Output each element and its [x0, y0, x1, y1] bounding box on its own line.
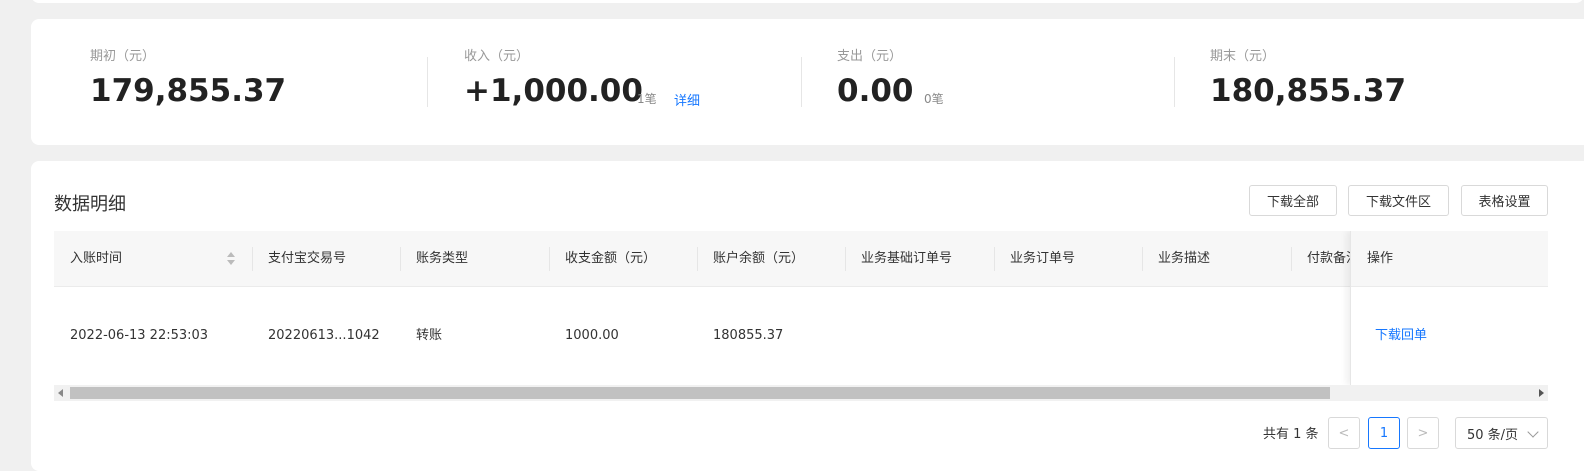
chevron-right-icon: >: [1417, 425, 1429, 441]
income-value: +1,000.00: [464, 73, 643, 109]
action-header-bg: 操作: [1351, 231, 1548, 287]
scroll-right-arrow-icon[interactable]: [1539, 389, 1544, 397]
opening-balance-value: 179,855.37: [90, 73, 287, 109]
income-detail-link[interactable]: 详细: [674, 90, 700, 109]
income-label: 收入（元）: [464, 49, 530, 64]
cell-amount: 1000.00: [565, 328, 619, 343]
expense-value: 0.00: [837, 73, 914, 109]
summary-card: 期初（元） 179,855.37 收入（元） +1,000.00 1笔 详细 支…: [31, 19, 1584, 145]
chevron-down-icon: [1527, 426, 1539, 438]
action-column: 操作 下载回单: [1350, 231, 1548, 385]
column-header-order-no: 业务订单号: [1010, 251, 1076, 266]
column-header-amount: 收支金额（元）: [565, 251, 657, 266]
table-header: 入账时间 支付宝交易号 账务类型 收支金额（元） 账户余额（元） 业务基础订单号…: [54, 231, 1548, 287]
column-header-time[interactable]: 入账时间: [70, 231, 122, 286]
column-separator: [549, 247, 550, 271]
column-header-base-order-no: 业务基础订单号: [861, 251, 953, 266]
sort-icon[interactable]: [227, 252, 235, 266]
column-header-action: 操作: [1367, 251, 1394, 266]
column-separator: [697, 247, 698, 271]
cell-time: 2022-06-13 22:53:03: [70, 328, 209, 343]
download-receipt-link[interactable]: 下载回单: [1375, 287, 1427, 385]
cell-balance: 180855.37: [713, 328, 784, 343]
column-header-type: 账务类型: [416, 251, 469, 266]
column-separator: [1291, 247, 1292, 271]
download-area-button[interactable]: 下载文件区: [1348, 185, 1449, 216]
income-count: 1笔: [637, 92, 657, 106]
download-all-button[interactable]: 下载全部: [1249, 185, 1337, 216]
cell-type: 转账: [416, 328, 443, 343]
opening-balance-label: 期初（元）: [90, 49, 156, 64]
expense-label: 支出（元）: [837, 49, 903, 64]
horizontal-scrollbar[interactable]: [54, 385, 1548, 401]
chevron-left-icon: <: [1338, 425, 1350, 441]
column-separator: [994, 247, 995, 271]
table-settings-button[interactable]: 表格设置: [1461, 185, 1548, 216]
column-separator: [400, 247, 401, 271]
column-separator: [252, 247, 253, 271]
column-header-description: 业务描述: [1158, 251, 1211, 266]
column-separator: [1142, 247, 1143, 271]
next-page-button[interactable]: >: [1407, 417, 1439, 449]
divider: [427, 57, 428, 107]
page-size-select[interactable]: 50 条/页: [1455, 417, 1548, 449]
expense-count: 0笔: [924, 92, 944, 106]
cell-trade-no: 20220613...1042: [268, 328, 380, 343]
scroll-left-arrow-icon[interactable]: [58, 389, 63, 397]
closing-balance-value: 180,855.37: [1210, 73, 1407, 109]
prev-page-button[interactable]: <: [1328, 417, 1360, 449]
closing-balance-label: 期末（元）: [1210, 49, 1276, 64]
table-row: 2022-06-13 22:53:03 20220613...1042 转账 1…: [54, 287, 1548, 385]
column-header-balance: 账户余额（元）: [713, 251, 805, 266]
column-separator: [845, 247, 846, 271]
page-1-button[interactable]: 1: [1368, 417, 1400, 449]
pagination-total: 共有 1 条: [1263, 427, 1319, 442]
divider: [1174, 57, 1175, 107]
column-header-trade-no: 支付宝交易号: [268, 251, 347, 266]
section-title: 数据明细: [54, 194, 126, 215]
page-size-value: 50 条/页: [1467, 427, 1519, 443]
top-card-edge: [31, 0, 1584, 3]
divider: [801, 57, 802, 107]
scrollbar-thumb[interactable]: [70, 387, 1330, 399]
detail-card: 数据明细 下载全部 下载文件区 表格设置 入账时间 支付宝交易号 账务类型 收支…: [31, 161, 1584, 471]
data-table: 入账时间 支付宝交易号 账务类型 收支金额（元） 账户余额（元） 业务基础订单号…: [54, 231, 1548, 401]
